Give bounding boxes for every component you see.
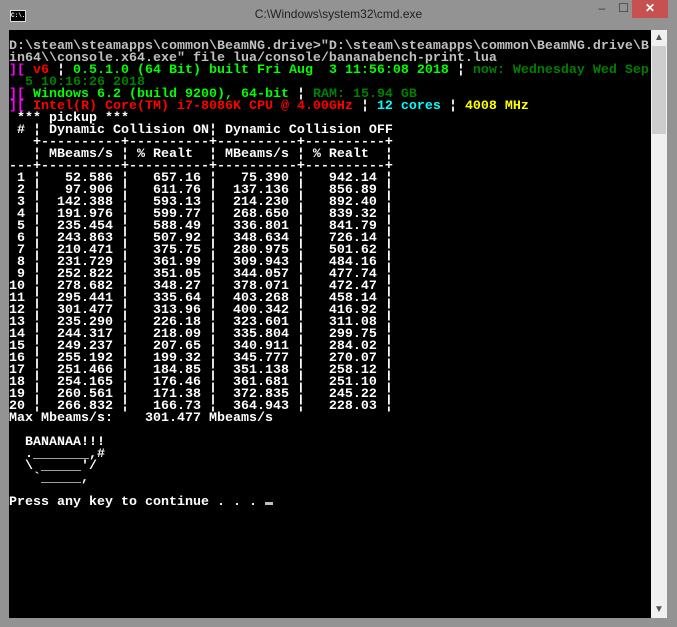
mhz-info: 4008 MHz [464, 99, 529, 114]
window-title: C:\Windows\system32\cmd.exe [254, 7, 423, 21]
results-table: # ¦ Dynamic Collision ON¦ Dynamic Collis… [9, 123, 393, 414]
maximize-button[interactable]: ☐ [615, 0, 632, 18]
scroll-up-arrow-icon[interactable]: ▲ [651, 30, 667, 46]
vertical-scrollbar[interactable]: ▲ ▼ [651, 30, 667, 618]
close-button[interactable]: ✕ [632, 0, 668, 18]
cmd-window: C:\. C:\Windows\system32\cmd.exe – ☐ ✕ D… [0, 0, 677, 627]
console-output[interactable]: D:\steam\steamapps\common\BeamNG.drive>"… [9, 30, 651, 618]
cores-info: 12 cores [376, 99, 441, 114]
max-result: Max Mbeams/s: 301.477 Mbeams/s [9, 411, 273, 426]
separator: ¦ [360, 99, 369, 114]
text-cursor [264, 502, 273, 505]
scrollbar-thumb[interactable] [652, 46, 666, 134]
title-bar[interactable]: C:\. C:\Windows\system32\cmd.exe – ☐ ✕ [0, 0, 677, 30]
banana-art-4: `_____, [9, 471, 89, 486]
current-time: now: Wednesday Wed Sep [472, 63, 649, 78]
minimize-button[interactable]: – [589, 0, 615, 18]
separator: ¦ [448, 99, 457, 114]
continue-prompt: Press any key to continue . . . [9, 495, 265, 510]
separator: ¦ [456, 63, 465, 78]
console-text: D:\steam\steamapps\common\BeamNG.drive>"… [9, 40, 649, 510]
scroll-down-arrow-icon[interactable]: ▼ [651, 602, 667, 618]
